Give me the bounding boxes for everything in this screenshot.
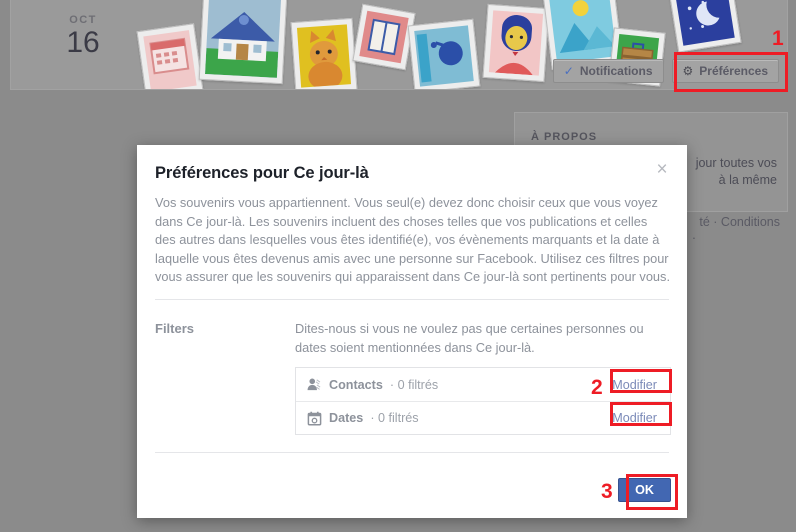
annotation-number-3: 3 xyxy=(601,480,613,503)
hero-date-day: 16 xyxy=(66,26,100,59)
music-icon xyxy=(416,33,463,83)
filters-section-description: Dites-nous si vous ne voulez pas que cer… xyxy=(295,321,644,355)
annotation-box-2b xyxy=(610,402,672,426)
hero-date: OCT 16 xyxy=(39,14,127,59)
on-this-day-hero: OCT 16 ✓ Notifications ⚙ Préférences xyxy=(10,0,788,90)
annotation-box-3 xyxy=(626,474,678,510)
photo-calendar xyxy=(136,23,204,89)
notifications-button-label: Notifications xyxy=(579,64,653,78)
filter-row-contacts-count: · 0 filtrés xyxy=(389,377,439,392)
filter-row-contacts-info: Contacts · 0 filtrés xyxy=(307,377,438,392)
photo-night xyxy=(668,0,742,53)
calendar-icon xyxy=(307,411,322,425)
annotation-number-2: 2 xyxy=(591,376,603,399)
dialog-description: Vos souvenirs vous appartiennent. Vous s… xyxy=(155,195,671,285)
dialog-divider-bottom xyxy=(155,452,669,453)
photo-cat xyxy=(290,17,358,89)
dialog-divider-top xyxy=(155,299,669,300)
about-card-title: À PROPOS xyxy=(531,131,598,143)
annotation-box-2a xyxy=(610,369,672,393)
filter-row-dates-count: · 0 filtrés xyxy=(370,411,419,425)
dialog-title: Préférences pour Ce jour-là xyxy=(155,164,369,182)
preferences-dialog: Préférences pour Ce jour-là × Vos souven… xyxy=(137,145,687,518)
photo-book xyxy=(352,3,416,71)
person-icon xyxy=(494,15,533,76)
filters-section-label: Filters xyxy=(155,321,195,336)
photo-music xyxy=(407,18,481,89)
book-icon xyxy=(367,18,401,56)
filter-row-dates-info: Dates · 0 filtrés xyxy=(307,411,419,426)
house-icon xyxy=(205,12,279,78)
notifications-button[interactable]: ✓ Notifications xyxy=(552,59,664,83)
close-icon[interactable]: × xyxy=(651,159,673,181)
annotation-box-1 xyxy=(674,52,788,92)
annotation-number-1: 1 xyxy=(772,27,784,50)
photo-house xyxy=(198,0,288,85)
filter-row-contacts-name: Contacts xyxy=(329,377,383,392)
check-icon: ✓ xyxy=(563,64,574,78)
calendar-icon xyxy=(149,37,190,75)
cat-icon xyxy=(308,29,343,88)
moon-stars-icon xyxy=(687,0,720,30)
landscape-icon xyxy=(559,0,616,54)
hero-date-month: OCT xyxy=(69,14,97,26)
people-icon xyxy=(307,378,321,391)
photo-person xyxy=(482,3,550,83)
filter-row-dates-name: Dates xyxy=(329,411,364,425)
